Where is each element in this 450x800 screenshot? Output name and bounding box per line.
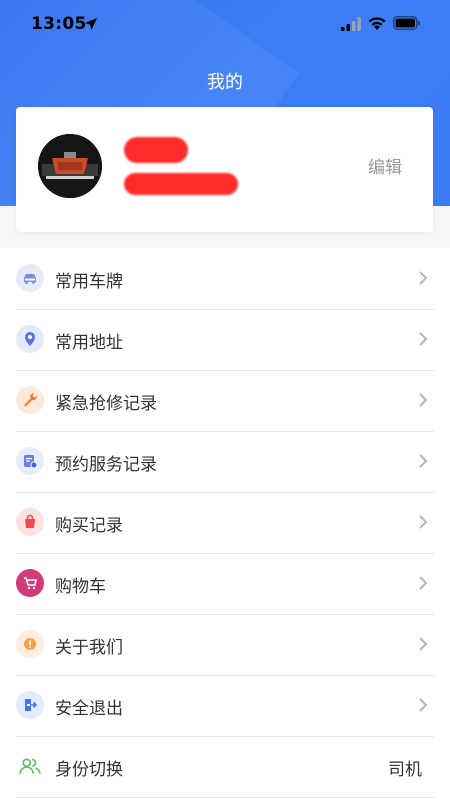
shopping-cart-icon [16,569,44,597]
menu-item-logout[interactable]: 安全退出 [0,676,450,737]
identity-value: 司机 [388,760,422,780]
logout-icon [16,691,44,719]
menu-item-about-us[interactable]: 关于我们 [0,615,450,676]
location-pin-icon [16,325,44,353]
redacted-username [124,137,188,163]
menu-item-label: 常用车牌 [55,272,123,292]
calendar-clock-icon [16,447,44,475]
menu-item-emergency-repairs[interactable]: 紧急抢修记录 [0,371,450,432]
chevron-right-icon [419,332,428,346]
chevron-right-icon [419,637,428,651]
menu-item-label: 紧急抢修记录 [55,394,157,414]
status-time: 13:05 [31,14,87,34]
avatar[interactable] [38,134,102,198]
menu-item-license-plates[interactable]: 常用车牌 [0,249,450,310]
info-icon [16,630,44,658]
page-title: 我的 [207,72,243,93]
car-icon [16,264,44,292]
menu-item-label: 常用地址 [55,333,123,353]
redacted-phone [124,173,238,195]
users-icon [16,752,44,780]
chevron-right-icon [419,271,428,285]
menu-item-label: 购买记录 [55,516,123,536]
chevron-right-icon [419,393,428,407]
location-arrow-icon [85,18,97,30]
chevron-right-icon [419,515,428,529]
menu-item-purchase-history[interactable]: 购买记录 [0,493,450,554]
menu-item-label: 身份切换 [55,760,123,780]
menu-list: 常用车牌 常用地址 紧急抢修记录 预约服务记录 购买记录 购物车 关于我们 安全… [0,249,450,798]
chevron-right-icon [419,576,428,590]
menu-item-label: 安全退出 [55,699,123,719]
battery-icon [393,16,420,30]
cellular-signal-icon [341,17,361,31]
avatar-image [38,134,102,198]
edit-profile-button[interactable]: 编辑 [368,153,402,178]
menu-item-addresses[interactable]: 常用地址 [0,310,450,371]
profile-card: 编辑 [16,107,433,232]
menu-item-label: 购物车 [55,577,106,597]
status-bar: 13:05 [0,0,450,50]
wrench-icon [16,386,44,414]
menu-item-label: 关于我们 [55,638,123,658]
menu-item-service-bookings[interactable]: 预约服务记录 [0,432,450,493]
menu-item-identity-switch[interactable]: 身份切换 司机 [0,737,450,798]
divider [16,797,434,798]
menu-item-shopping-cart[interactable]: 购物车 [0,554,450,615]
shopping-bag-icon [16,508,44,536]
chevron-right-icon [419,698,428,712]
menu-item-label: 预约服务记录 [55,455,157,475]
wifi-icon [368,17,386,30]
chevron-right-icon [419,454,428,468]
